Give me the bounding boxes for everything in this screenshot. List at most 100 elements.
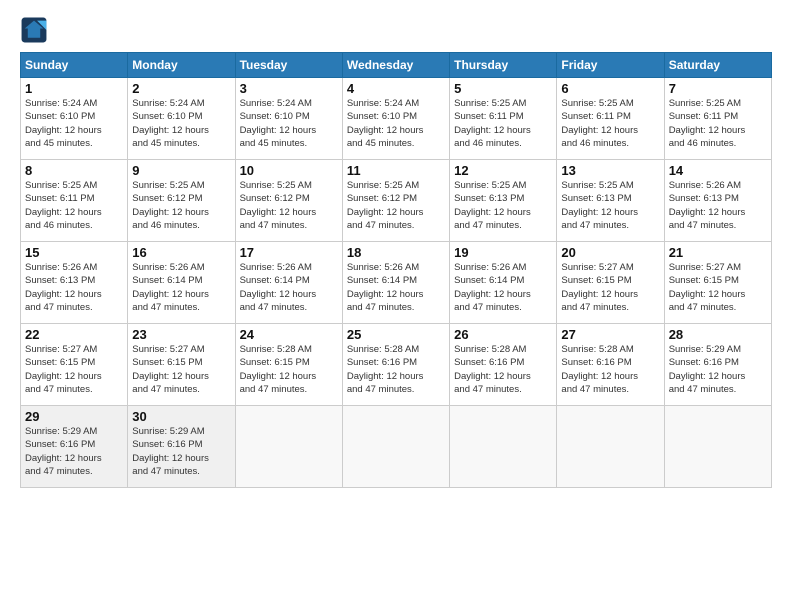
day-number: 29 — [25, 409, 123, 424]
weekday-header-cell: Thursday — [450, 53, 557, 78]
day-info: Sunrise: 5:29 AM Sunset: 6:16 PM Dayligh… — [669, 343, 767, 396]
day-info: Sunrise: 5:28 AM Sunset: 6:16 PM Dayligh… — [347, 343, 445, 396]
day-number: 19 — [454, 245, 552, 260]
day-info: Sunrise: 5:25 AM Sunset: 6:11 PM Dayligh… — [25, 179, 123, 232]
day-number: 24 — [240, 327, 338, 342]
day-info: Sunrise: 5:26 AM Sunset: 6:14 PM Dayligh… — [240, 261, 338, 314]
day-info: Sunrise: 5:26 AM Sunset: 6:14 PM Dayligh… — [132, 261, 230, 314]
day-number: 1 — [25, 81, 123, 96]
calendar-day-cell: 11Sunrise: 5:25 AM Sunset: 6:12 PM Dayli… — [342, 160, 449, 242]
calendar-day-cell: 9Sunrise: 5:25 AM Sunset: 6:12 PM Daylig… — [128, 160, 235, 242]
day-number: 28 — [669, 327, 767, 342]
day-number: 27 — [561, 327, 659, 342]
day-info: Sunrise: 5:26 AM Sunset: 6:13 PM Dayligh… — [669, 179, 767, 232]
weekday-header: SundayMondayTuesdayWednesdayThursdayFrid… — [21, 53, 772, 78]
calendar-day-cell: 24Sunrise: 5:28 AM Sunset: 6:15 PM Dayli… — [235, 324, 342, 406]
calendar-week-row: 22Sunrise: 5:27 AM Sunset: 6:15 PM Dayli… — [21, 324, 772, 406]
day-number: 30 — [132, 409, 230, 424]
day-number: 5 — [454, 81, 552, 96]
calendar-day-cell — [235, 406, 342, 488]
calendar-day-cell: 8Sunrise: 5:25 AM Sunset: 6:11 PM Daylig… — [21, 160, 128, 242]
calendar-day-cell: 1Sunrise: 5:24 AM Sunset: 6:10 PM Daylig… — [21, 78, 128, 160]
day-info: Sunrise: 5:24 AM Sunset: 6:10 PM Dayligh… — [25, 97, 123, 150]
day-info: Sunrise: 5:28 AM Sunset: 6:16 PM Dayligh… — [454, 343, 552, 396]
calendar-day-cell: 23Sunrise: 5:27 AM Sunset: 6:15 PM Dayli… — [128, 324, 235, 406]
day-number: 8 — [25, 163, 123, 178]
calendar-day-cell: 18Sunrise: 5:26 AM Sunset: 6:14 PM Dayli… — [342, 242, 449, 324]
weekday-header-cell: Monday — [128, 53, 235, 78]
day-info: Sunrise: 5:26 AM Sunset: 6:14 PM Dayligh… — [454, 261, 552, 314]
day-number: 12 — [454, 163, 552, 178]
weekday-header-cell: Tuesday — [235, 53, 342, 78]
calendar-day-cell: 5Sunrise: 5:25 AM Sunset: 6:11 PM Daylig… — [450, 78, 557, 160]
day-number: 11 — [347, 163, 445, 178]
day-info: Sunrise: 5:28 AM Sunset: 6:15 PM Dayligh… — [240, 343, 338, 396]
calendar-week-row: 8Sunrise: 5:25 AM Sunset: 6:11 PM Daylig… — [21, 160, 772, 242]
calendar-day-cell: 14Sunrise: 5:26 AM Sunset: 6:13 PM Dayli… — [664, 160, 771, 242]
weekday-header-cell: Sunday — [21, 53, 128, 78]
calendar-week-row: 15Sunrise: 5:26 AM Sunset: 6:13 PM Dayli… — [21, 242, 772, 324]
calendar-day-cell: 25Sunrise: 5:28 AM Sunset: 6:16 PM Dayli… — [342, 324, 449, 406]
day-info: Sunrise: 5:25 AM Sunset: 6:13 PM Dayligh… — [561, 179, 659, 232]
day-info: Sunrise: 5:24 AM Sunset: 6:10 PM Dayligh… — [347, 97, 445, 150]
day-number: 6 — [561, 81, 659, 96]
weekday-header-cell: Wednesday — [342, 53, 449, 78]
calendar-day-cell: 10Sunrise: 5:25 AM Sunset: 6:12 PM Dayli… — [235, 160, 342, 242]
page: SundayMondayTuesdayWednesdayThursdayFrid… — [0, 0, 792, 498]
day-number: 14 — [669, 163, 767, 178]
calendar-day-cell: 22Sunrise: 5:27 AM Sunset: 6:15 PM Dayli… — [21, 324, 128, 406]
day-number: 3 — [240, 81, 338, 96]
day-number: 18 — [347, 245, 445, 260]
calendar-week-row: 1Sunrise: 5:24 AM Sunset: 6:10 PM Daylig… — [21, 78, 772, 160]
day-info: Sunrise: 5:25 AM Sunset: 6:11 PM Dayligh… — [561, 97, 659, 150]
calendar-day-cell — [664, 406, 771, 488]
day-info: Sunrise: 5:25 AM Sunset: 6:12 PM Dayligh… — [347, 179, 445, 232]
day-info: Sunrise: 5:25 AM Sunset: 6:12 PM Dayligh… — [132, 179, 230, 232]
day-number: 2 — [132, 81, 230, 96]
calendar-day-cell: 27Sunrise: 5:28 AM Sunset: 6:16 PM Dayli… — [557, 324, 664, 406]
calendar-day-cell: 21Sunrise: 5:27 AM Sunset: 6:15 PM Dayli… — [664, 242, 771, 324]
day-number: 4 — [347, 81, 445, 96]
day-number: 13 — [561, 163, 659, 178]
calendar-body: 1Sunrise: 5:24 AM Sunset: 6:10 PM Daylig… — [21, 78, 772, 488]
calendar-day-cell — [557, 406, 664, 488]
day-info: Sunrise: 5:25 AM Sunset: 6:11 PM Dayligh… — [454, 97, 552, 150]
day-number: 26 — [454, 327, 552, 342]
day-info: Sunrise: 5:29 AM Sunset: 6:16 PM Dayligh… — [132, 425, 230, 478]
calendar-week-row: 29Sunrise: 5:29 AM Sunset: 6:16 PM Dayli… — [21, 406, 772, 488]
calendar-day-cell: 17Sunrise: 5:26 AM Sunset: 6:14 PM Dayli… — [235, 242, 342, 324]
day-info: Sunrise: 5:29 AM Sunset: 6:16 PM Dayligh… — [25, 425, 123, 478]
calendar-day-cell: 12Sunrise: 5:25 AM Sunset: 6:13 PM Dayli… — [450, 160, 557, 242]
day-number: 15 — [25, 245, 123, 260]
day-number: 17 — [240, 245, 338, 260]
calendar-day-cell: 4Sunrise: 5:24 AM Sunset: 6:10 PM Daylig… — [342, 78, 449, 160]
calendar: SundayMondayTuesdayWednesdayThursdayFrid… — [20, 52, 772, 488]
calendar-day-cell: 7Sunrise: 5:25 AM Sunset: 6:11 PM Daylig… — [664, 78, 771, 160]
calendar-day-cell: 3Sunrise: 5:24 AM Sunset: 6:10 PM Daylig… — [235, 78, 342, 160]
day-info: Sunrise: 5:27 AM Sunset: 6:15 PM Dayligh… — [25, 343, 123, 396]
calendar-day-cell: 19Sunrise: 5:26 AM Sunset: 6:14 PM Dayli… — [450, 242, 557, 324]
day-info: Sunrise: 5:24 AM Sunset: 6:10 PM Dayligh… — [132, 97, 230, 150]
day-number: 22 — [25, 327, 123, 342]
calendar-day-cell: 6Sunrise: 5:25 AM Sunset: 6:11 PM Daylig… — [557, 78, 664, 160]
day-info: Sunrise: 5:25 AM Sunset: 6:12 PM Dayligh… — [240, 179, 338, 232]
calendar-day-cell: 16Sunrise: 5:26 AM Sunset: 6:14 PM Dayli… — [128, 242, 235, 324]
calendar-day-cell — [450, 406, 557, 488]
weekday-header-cell: Saturday — [664, 53, 771, 78]
day-info: Sunrise: 5:26 AM Sunset: 6:13 PM Dayligh… — [25, 261, 123, 314]
calendar-day-cell: 28Sunrise: 5:29 AM Sunset: 6:16 PM Dayli… — [664, 324, 771, 406]
calendar-day-cell: 2Sunrise: 5:24 AM Sunset: 6:10 PM Daylig… — [128, 78, 235, 160]
weekday-header-cell: Friday — [557, 53, 664, 78]
day-number: 23 — [132, 327, 230, 342]
day-info: Sunrise: 5:26 AM Sunset: 6:14 PM Dayligh… — [347, 261, 445, 314]
day-info: Sunrise: 5:27 AM Sunset: 6:15 PM Dayligh… — [669, 261, 767, 314]
calendar-day-cell: 29Sunrise: 5:29 AM Sunset: 6:16 PM Dayli… — [21, 406, 128, 488]
day-number: 20 — [561, 245, 659, 260]
day-info: Sunrise: 5:27 AM Sunset: 6:15 PM Dayligh… — [132, 343, 230, 396]
calendar-day-cell: 20Sunrise: 5:27 AM Sunset: 6:15 PM Dayli… — [557, 242, 664, 324]
day-info: Sunrise: 5:25 AM Sunset: 6:11 PM Dayligh… — [669, 97, 767, 150]
day-info: Sunrise: 5:24 AM Sunset: 6:10 PM Dayligh… — [240, 97, 338, 150]
day-info: Sunrise: 5:25 AM Sunset: 6:13 PM Dayligh… — [454, 179, 552, 232]
day-number: 25 — [347, 327, 445, 342]
day-number: 7 — [669, 81, 767, 96]
